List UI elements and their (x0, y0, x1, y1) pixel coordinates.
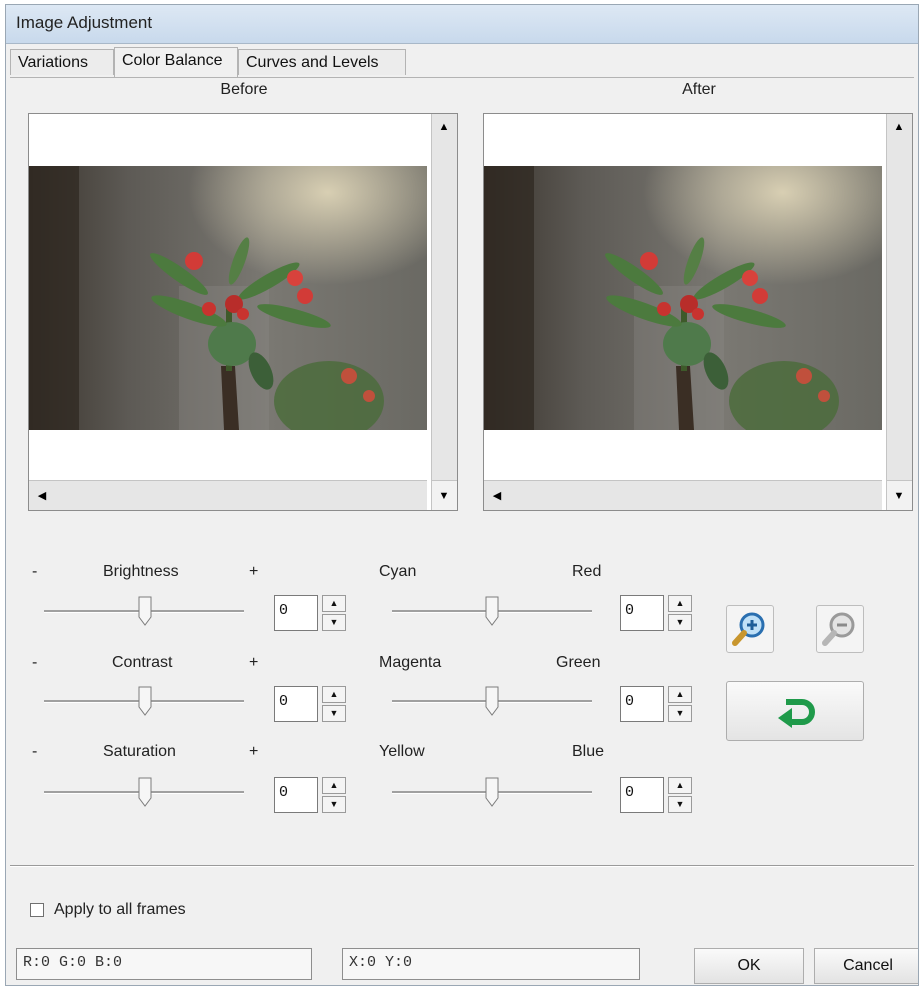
spin-down-icon[interactable]: ▼ (668, 705, 692, 722)
scroll-up-arrow-icon[interactable]: ▲ (433, 116, 455, 138)
spin-up-icon[interactable]: ▲ (668, 686, 692, 703)
tab-curves-and-levels[interactable]: Curves and Levels (238, 49, 406, 75)
before-label: Before (220, 81, 268, 98)
contrast-minus-label: - (32, 654, 38, 671)
magenta-green-stepper[interactable]: 0 ▲ ▼ (620, 686, 700, 722)
magenta-green-slider-thumb[interactable] (485, 686, 499, 716)
scroll-left-arrow-icon[interactable]: ◀ (486, 485, 508, 507)
before-horizontal-scrollbar[interactable]: ◀ (29, 480, 427, 510)
cyan-red-stepper[interactable]: 0 ▲ ▼ (620, 595, 700, 631)
blue-label: Blue (572, 743, 605, 760)
contrast-value-field[interactable]: 0 (274, 686, 318, 722)
xy-readout: X:0 Y:0 (342, 948, 640, 980)
spin-down-icon[interactable]: ▼ (668, 614, 692, 631)
yellow-blue-stepper[interactable]: 0 ▲ ▼ (620, 777, 700, 813)
contrast-slider-thumb[interactable] (138, 686, 152, 716)
zoom-out-button[interactable] (816, 605, 864, 653)
reset-arrow-icon (778, 699, 815, 728)
spin-up-icon[interactable]: ▲ (322, 686, 346, 703)
red-label: Red (572, 563, 602, 580)
brightness-minus-label: - (32, 563, 38, 580)
magenta-green-value-field[interactable]: 0 (620, 686, 664, 722)
contrast-stepper[interactable]: 0 ▲ ▼ (274, 686, 354, 722)
spin-down-icon[interactable]: ▼ (322, 614, 346, 631)
yellow-blue-value-field[interactable]: 0 (620, 777, 664, 813)
reset-button[interactable] (726, 681, 864, 741)
cyan-label: Cyan (379, 563, 417, 580)
yellow-blue-slider-thumb[interactable] (485, 777, 499, 807)
magenta-label: Magenta (379, 654, 442, 671)
spin-up-icon[interactable]: ▲ (668, 595, 692, 612)
spin-down-icon[interactable]: ▼ (322, 796, 346, 813)
tab-divider (10, 77, 914, 78)
after-preview: ▲ ◀ ▼ (483, 113, 913, 511)
ok-button[interactable]: OK (694, 948, 804, 984)
brightness-value-field[interactable]: 0 (274, 595, 318, 631)
contrast-label: Contrast (112, 654, 173, 671)
scroll-down-arrow-icon[interactable]: ▼ (888, 485, 910, 507)
before-photo (29, 166, 427, 430)
apply-to-all-frames-checkbox[interactable] (30, 903, 44, 917)
cyan-red-value-field[interactable]: 0 (620, 595, 664, 631)
after-photo (484, 166, 882, 430)
spin-up-icon[interactable]: ▲ (322, 595, 346, 612)
spin-up-icon[interactable]: ▲ (322, 777, 346, 794)
section-divider (10, 865, 914, 867)
apply-to-all-frames-label[interactable]: Apply to all frames (54, 901, 186, 919)
rgb-readout: R:0 G:0 B:0 (16, 948, 312, 980)
spin-down-icon[interactable]: ▼ (322, 705, 346, 722)
tab-variations[interactable]: Variations (10, 49, 114, 75)
after-image-area (484, 114, 882, 480)
saturation-minus-label: - (32, 743, 38, 760)
title-bar[interactable]: Image Adjustment (6, 5, 918, 44)
before-image-area (29, 114, 427, 480)
brightness-stepper[interactable]: 0 ▲ ▼ (274, 595, 354, 631)
brightness-plus-label: + (249, 563, 259, 580)
saturation-value-field[interactable]: 0 (274, 777, 318, 813)
scroll-down-arrow-icon[interactable]: ▼ (433, 485, 455, 507)
spin-up-icon[interactable]: ▲ (668, 777, 692, 794)
before-preview: ▲ ◀ ▼ (28, 113, 458, 511)
image-adjustment-window: Image Adjustment Variations Color Balanc… (5, 4, 919, 986)
window-title: Image Adjustment (16, 13, 153, 32)
saturation-slider-thumb[interactable] (138, 777, 152, 807)
zoom-out-icon (822, 612, 855, 646)
zoom-in-icon (732, 612, 765, 646)
cyan-red-slider-thumb[interactable] (485, 596, 499, 626)
scroll-left-arrow-icon[interactable]: ◀ (31, 485, 53, 507)
cancel-button[interactable]: Cancel (814, 948, 918, 984)
after-scroll-corner: ▼ (886, 480, 912, 510)
contrast-plus-label: + (249, 654, 259, 671)
saturation-label: Saturation (103, 743, 176, 760)
after-horizontal-scrollbar[interactable]: ◀ (484, 480, 882, 510)
green-label: Green (556, 654, 601, 671)
tab-color-balance[interactable]: Color Balance (114, 47, 238, 77)
before-vertical-scrollbar[interactable]: ▲ (431, 114, 457, 480)
scroll-up-arrow-icon[interactable]: ▲ (888, 116, 910, 138)
after-label: After (682, 81, 716, 98)
saturation-stepper[interactable]: 0 ▲ ▼ (274, 777, 354, 813)
brightness-slider-thumb[interactable] (138, 596, 152, 626)
saturation-plus-label: + (249, 743, 259, 760)
after-vertical-scrollbar[interactable]: ▲ (886, 114, 912, 480)
spin-down-icon[interactable]: ▼ (668, 796, 692, 813)
brightness-label: Brightness (103, 563, 179, 580)
yellow-label: Yellow (379, 743, 425, 760)
zoom-in-button[interactable] (726, 605, 774, 653)
before-scroll-corner: ▼ (431, 480, 457, 510)
